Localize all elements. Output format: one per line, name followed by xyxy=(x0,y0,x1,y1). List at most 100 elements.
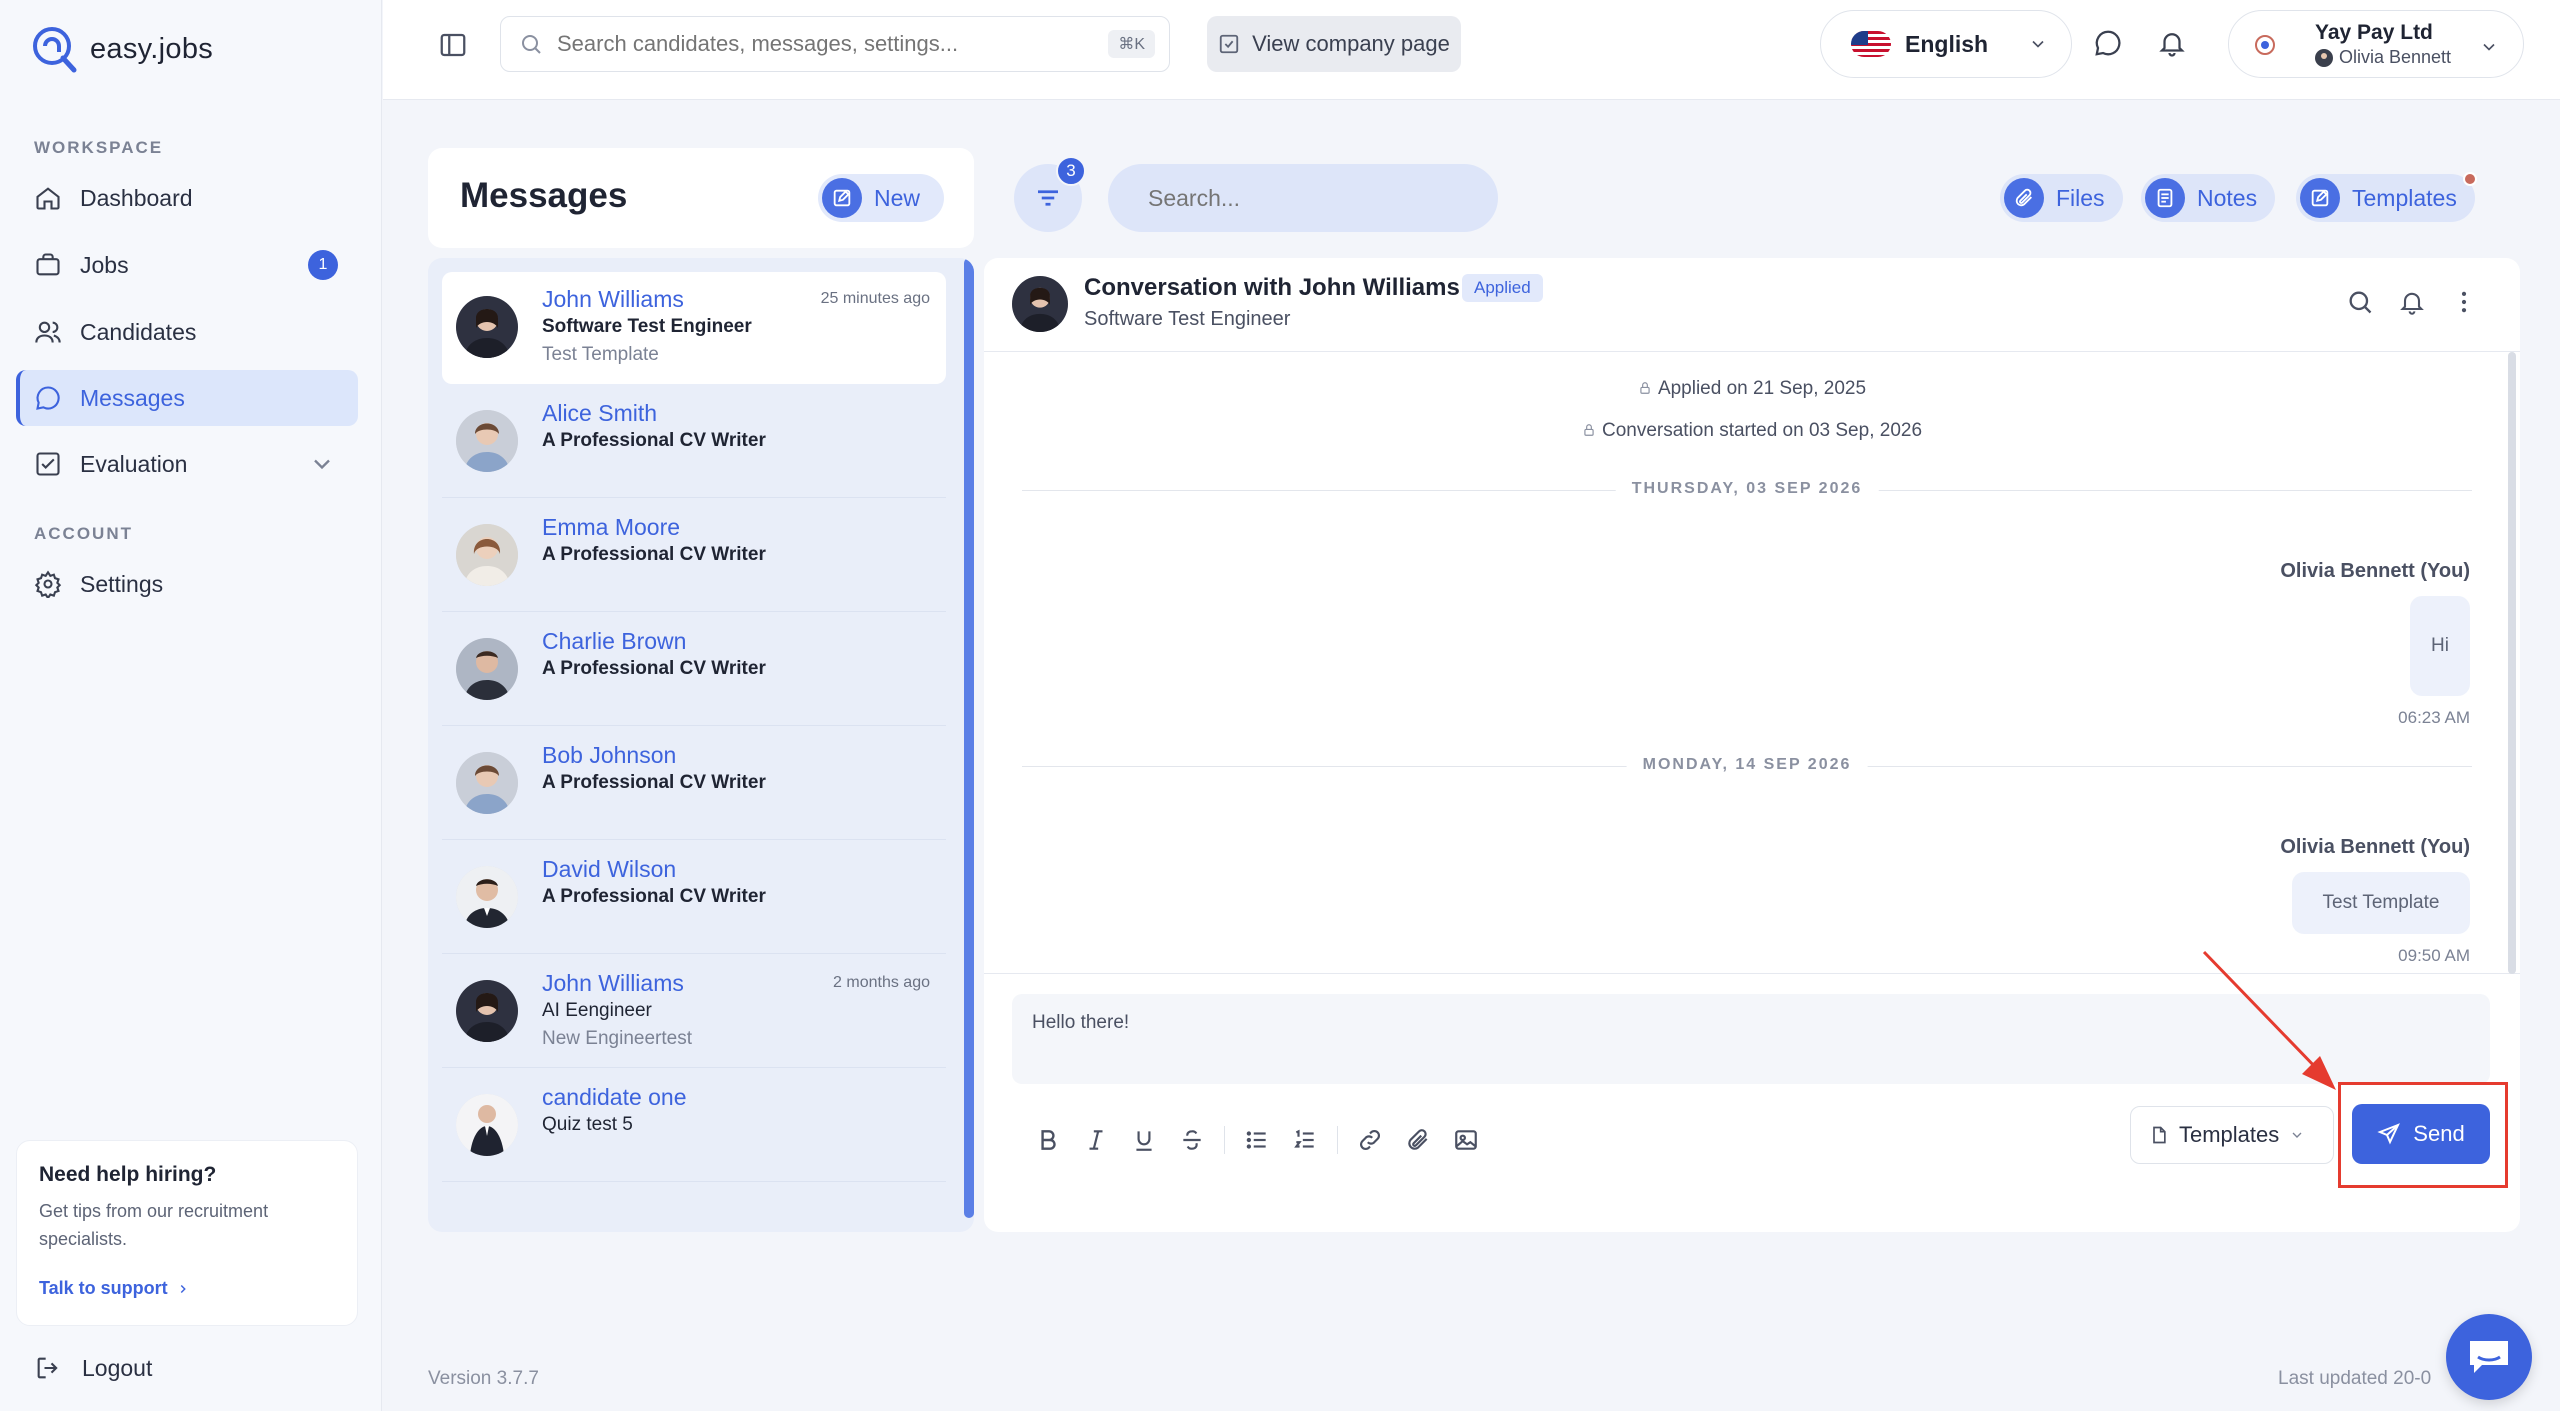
conversation-name: Bob Johnson xyxy=(542,742,677,768)
image-button[interactable] xyxy=(1442,1116,1490,1164)
applied-on-text: Applied on 21 Sep, 2025 xyxy=(1657,378,1867,399)
conversation-name: John Williams xyxy=(542,970,684,996)
lock-icon xyxy=(1584,424,1594,436)
global-search[interactable]: ⌘K xyxy=(500,16,1170,72)
day-separator-label: THURSDAY, 03 SEP 2026 xyxy=(1615,480,1879,498)
started-on-text: Conversation started on 03 Sep, 2026 xyxy=(1601,420,1923,441)
annotation-arrow-icon xyxy=(2202,950,2336,1090)
search-icon[interactable] xyxy=(2346,288,2374,316)
bullet-list-button[interactable] xyxy=(1233,1116,1281,1164)
templates-dropdown[interactable]: Templates xyxy=(2130,1106,2334,1164)
conversation-item[interactable]: candidate one Quiz test 5 xyxy=(442,1070,946,1182)
chat-icon xyxy=(2470,1341,2508,1373)
chevron-down-icon[interactable] xyxy=(308,450,336,478)
app-logo[interactable]: easy.jobs xyxy=(30,24,213,74)
user-avatar-icon xyxy=(2315,49,2333,67)
conversation-header: Conversation with John Williams Applied … xyxy=(984,258,2520,352)
topbar: ⌘K View company page English Yay Pay Ltd… xyxy=(383,0,2560,100)
avatar xyxy=(456,980,518,1042)
sidebar-item-settings[interactable]: Settings xyxy=(16,556,358,612)
files-button[interactable]: Files xyxy=(2000,174,2123,222)
conversation-item[interactable]: Charlie Brown A Professional CV Writer xyxy=(442,614,946,726)
started-on-line: Conversation started on 03 Sep, 2026 xyxy=(984,420,2520,442)
conversation-item-active[interactable]: John Williams Software Test Engineer Tes… xyxy=(442,272,946,384)
logout-label: Logout xyxy=(82,1354,153,1381)
bell-icon[interactable] xyxy=(2157,28,2187,58)
briefcase-icon xyxy=(36,253,60,276)
files-label: Files xyxy=(2056,184,2105,211)
talk-to-support-link[interactable]: Talk to support xyxy=(39,1278,190,1299)
day-separator: MONDAY, 14 SEP 2026 xyxy=(1022,756,2472,776)
thread-scrollbar[interactable] xyxy=(2508,352,2516,974)
conversation-item[interactable]: Alice Smith A Professional CV Writer xyxy=(442,386,946,498)
sidebar-item-candidates[interactable]: Candidates xyxy=(16,304,358,360)
search-shortcut: ⌘K xyxy=(1108,30,1155,58)
formatting-toolbar xyxy=(1024,1116,1490,1164)
conversation-item[interactable]: Bob Johnson A Professional CV Writer xyxy=(442,728,946,840)
view-company-page-label: View company page xyxy=(1252,31,1450,56)
notes-label: Notes xyxy=(2197,184,2258,211)
underline-button[interactable] xyxy=(1120,1116,1168,1164)
conversation-search[interactable] xyxy=(1108,164,1498,232)
strikethrough-button[interactable] xyxy=(1168,1116,1216,1164)
conversation-role: AI Eengineer xyxy=(542,1000,652,1021)
avatar xyxy=(456,866,518,928)
sidebar-item-evaluation[interactable]: Evaluation xyxy=(16,436,358,492)
link-button[interactable] xyxy=(1346,1116,1394,1164)
chevron-right-icon xyxy=(180,1284,186,1293)
sidebar-item-label: Candidates xyxy=(80,318,197,345)
conversation-search-input[interactable] xyxy=(1148,184,1468,212)
bell-icon[interactable] xyxy=(2398,288,2426,316)
numbered-list-button[interactable] xyxy=(1281,1116,1329,1164)
conversation-list[interactable]: John Williams Software Test Engineer Tes… xyxy=(428,258,974,1232)
avatar xyxy=(456,638,518,700)
sidebar-item-label: Settings xyxy=(80,570,164,597)
italic-button[interactable] xyxy=(1072,1116,1120,1164)
sidebar-item-dashboard[interactable]: Dashboard xyxy=(16,170,358,226)
bold-button[interactable] xyxy=(1024,1116,1072,1164)
account-company: Yay Pay Ltd xyxy=(2315,21,2433,44)
sidebar-item-label: Dashboard xyxy=(80,184,193,211)
view-company-page-button[interactable]: View company page xyxy=(1207,16,1461,72)
conversation-role: Software Test Engineer xyxy=(542,316,752,337)
notification-dot xyxy=(2462,172,2477,186)
sidebar-toggle-icon[interactable] xyxy=(438,30,468,60)
messages-icon[interactable] xyxy=(2093,28,2123,58)
annotation-highlight xyxy=(2338,1082,2508,1188)
avatar xyxy=(456,1094,518,1156)
sidebar-item-label: Jobs xyxy=(80,251,129,278)
numbered-list-icon xyxy=(1294,1129,1314,1148)
global-search-input[interactable] xyxy=(557,31,1077,57)
logout-button[interactable]: Logout xyxy=(34,1354,152,1382)
paperclip-icon xyxy=(1408,1129,1428,1150)
filter-icon xyxy=(1038,190,1058,206)
conversation-item[interactable]: John Williams AI Eengineer New Engineert… xyxy=(442,956,946,1068)
avatar xyxy=(1012,276,1068,332)
bold-icon xyxy=(1041,1130,1056,1150)
sidebar-item-messages[interactable]: Messages xyxy=(16,370,358,426)
help-title: Need help hiring? xyxy=(39,1163,217,1186)
message-sender: Olivia Bennett (You) xyxy=(2280,560,2470,582)
conversation-role: A Professional CV Writer xyxy=(542,886,766,907)
templates-dropdown-label: Templates xyxy=(2179,1122,2280,1147)
support-chat-button[interactable] xyxy=(2446,1314,2532,1400)
attach-button[interactable] xyxy=(1394,1116,1442,1164)
edit-icon xyxy=(2300,178,2340,218)
list-scrollbar[interactable] xyxy=(964,258,974,1218)
conversation-item[interactable]: David Wilson A Professional CV Writer xyxy=(442,842,946,954)
templates-button[interactable]: Templates xyxy=(2296,172,2477,222)
paperclip-icon xyxy=(2004,178,2044,218)
account-user: Olivia Bennett xyxy=(2339,47,2452,67)
new-message-button[interactable]: New xyxy=(818,174,944,222)
more-vertical-icon[interactable] xyxy=(2450,288,2478,316)
filter-count-badge: 3 xyxy=(1056,156,1086,186)
conversation-item[interactable]: Emma Moore A Professional CV Writer xyxy=(442,500,946,612)
language-selector[interactable]: English xyxy=(1820,10,2072,78)
talk-to-support-label: Talk to support xyxy=(39,1278,168,1298)
account-switcher[interactable]: Yay Pay Ltd Olivia Bennett xyxy=(2228,10,2524,78)
sidebar-item-jobs[interactable]: Jobs 1 xyxy=(16,237,358,293)
notes-button[interactable]: Notes xyxy=(2141,174,2276,222)
applied-on-line: Applied on 21 Sep, 2025 xyxy=(984,378,2520,400)
company-logo-icon xyxy=(2255,35,2275,55)
conversation-last-message: New Engineertest xyxy=(542,1028,692,1049)
